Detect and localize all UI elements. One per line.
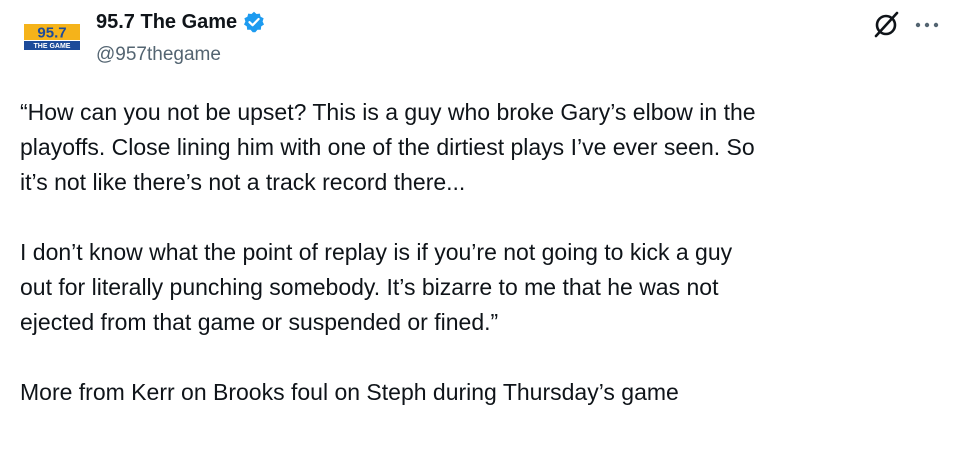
grok-icon[interactable] bbox=[870, 8, 902, 40]
logo-text: THE GAME bbox=[34, 43, 71, 50]
verified-badge-icon bbox=[243, 11, 265, 33]
station-logo-icon: 95.7 THE GAME bbox=[20, 6, 84, 70]
handle[interactable]: @957thegame bbox=[96, 43, 221, 67]
tweet: 95.7 THE GAME 95.7 The Game @957thegame … bbox=[0, 0, 960, 453]
tweet-text: “How can you not be upset? This is a guy… bbox=[20, 95, 950, 410]
tweet-paragraph: More from Kerr on Brooks foul on Steph d… bbox=[20, 379, 679, 405]
tweet-paragraph: I don’t know what the point of replay is… bbox=[20, 239, 733, 335]
name-row: 95.7 The Game bbox=[96, 8, 265, 36]
logo-number: 95.7 bbox=[37, 25, 66, 42]
tweet-paragraph: “How can you not be upset? This is a guy… bbox=[20, 99, 756, 195]
display-name[interactable]: 95.7 The Game bbox=[96, 8, 237, 36]
avatar[interactable]: 95.7 THE GAME bbox=[20, 6, 84, 70]
more-icon[interactable] bbox=[910, 8, 944, 40]
